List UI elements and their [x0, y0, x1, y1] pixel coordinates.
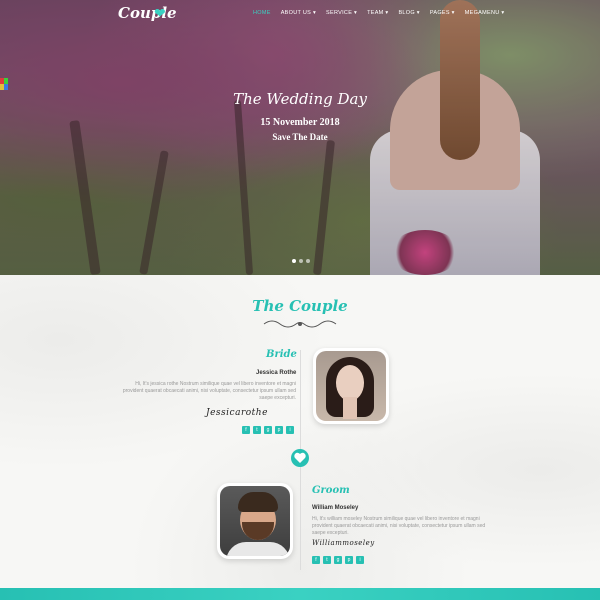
bride-name: Jessica Rothe [256, 370, 297, 376]
hero-banner: Couple ❤ HOME ABOUT US ▾ SERVICE ▾ TEAM … [0, 0, 600, 275]
groom-role: Groom [312, 485, 350, 496]
facebook-icon[interactable]: f [242, 426, 250, 434]
instagram-icon[interactable]: i [356, 556, 364, 564]
twitter-icon[interactable]: t [323, 556, 331, 564]
groom-social-links: f t g p i [312, 556, 364, 564]
bride-bio: Hi, It's jessica rothe Nostrum similique… [122, 381, 296, 401]
groom-photo [217, 483, 293, 559]
bride-signature: Jessicarothe [206, 408, 268, 418]
nav-item-home[interactable]: HOME [253, 10, 271, 16]
groom-signature: Williammoseley [312, 539, 375, 547]
couple-section: The Couple Bride Jessica Rothe Hi, It's … [0, 275, 600, 600]
color-switcher-icon-lower[interactable] [0, 84, 8, 90]
groom-bio: Hi, It's william moseley Nostrum similiq… [312, 516, 486, 536]
ornament-divider-icon [263, 320, 337, 328]
instagram-icon[interactable]: i [286, 426, 294, 434]
groom-name: William Moseley [312, 505, 359, 511]
section-title: The Couple [252, 297, 348, 315]
slider-dot[interactable] [299, 259, 303, 263]
slider-dot[interactable] [306, 259, 310, 263]
bride-social-links: f t g p i [242, 426, 294, 434]
bride-role: Bride [266, 349, 297, 360]
google-plus-icon[interactable]: g [334, 556, 342, 564]
heart-logo-icon: ❤ [154, 5, 166, 21]
heart-node-icon [291, 449, 309, 467]
nav-item-team[interactable]: TEAM ▾ [367, 10, 388, 16]
pinterest-icon[interactable]: p [275, 426, 283, 434]
hero-tagline: Save The Date [272, 132, 328, 142]
nav-item-pages[interactable]: PAGES ▾ [430, 10, 455, 16]
facebook-icon[interactable]: f [312, 556, 320, 564]
main-menu: HOME ABOUT US ▾ SERVICE ▾ TEAM ▾ BLOG ▾ … [253, 10, 504, 16]
slider-dots [292, 259, 310, 263]
footer-band [0, 588, 600, 600]
pinterest-icon[interactable]: p [345, 556, 353, 564]
hero-date: 15 November 2018 [260, 117, 340, 128]
slider-dot[interactable] [292, 259, 296, 263]
nav-item-megamenu[interactable]: MEGAMENU ▾ [465, 10, 505, 16]
google-plus-icon[interactable]: g [264, 426, 272, 434]
twitter-icon[interactable]: t [253, 426, 261, 434]
top-navigation: Couple ❤ HOME ABOUT US ▾ SERVICE ▾ TEAM … [0, 0, 600, 28]
bride-photo [313, 348, 389, 424]
nav-item-service[interactable]: SERVICE ▾ [326, 10, 357, 16]
nav-item-blog[interactable]: BLOG ▾ [398, 10, 419, 16]
nav-item-about[interactable]: ABOUT US ▾ [281, 10, 316, 16]
hero-title: The Wedding Day [233, 90, 367, 108]
